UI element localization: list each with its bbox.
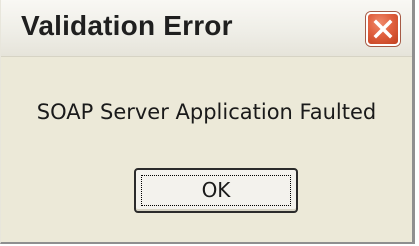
validation-error-dialog: Validation Error SOAP Server Application… — [0, 0, 415, 244]
error-message: SOAP Server Application Faulted — [36, 100, 377, 124]
close-button[interactable] — [366, 12, 400, 46]
ok-button-label: OK — [201, 178, 231, 202]
title-bar[interactable]: Validation Error — [1, 0, 412, 57]
close-icon — [373, 19, 393, 39]
ok-button[interactable]: OK — [134, 168, 298, 213]
dialog-title: Validation Error — [21, 10, 233, 41]
